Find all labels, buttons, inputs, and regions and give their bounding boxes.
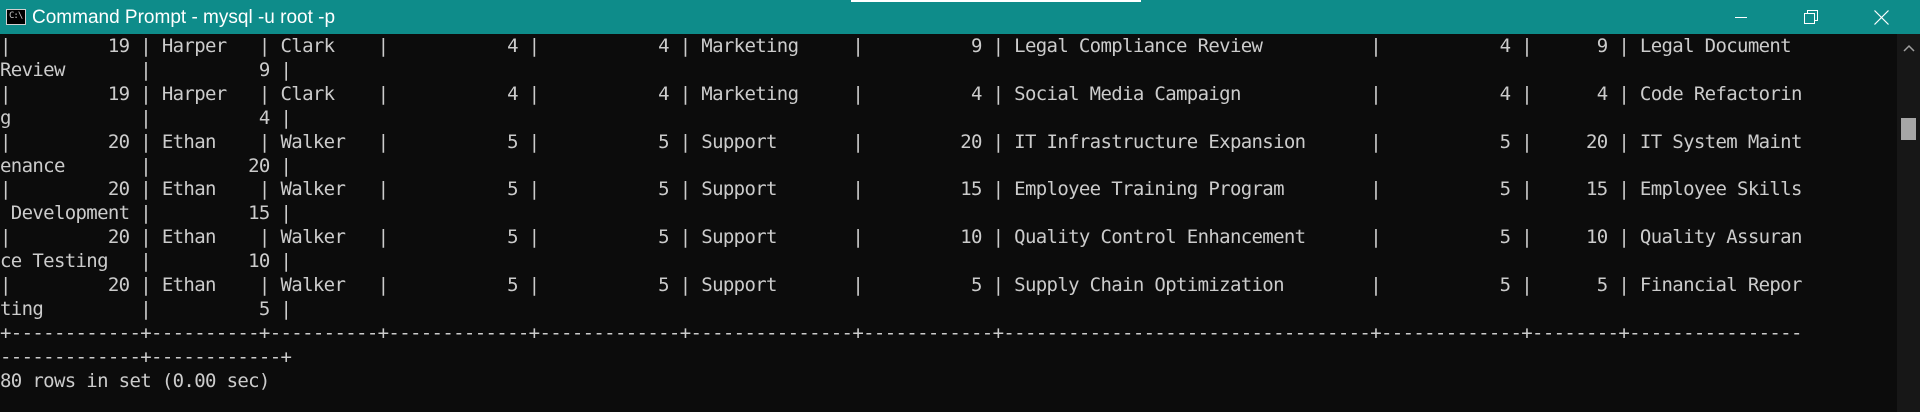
console-line: g | 4 | bbox=[0, 106, 292, 129]
close-icon bbox=[1873, 9, 1889, 25]
app-icon-label: C:\ bbox=[9, 11, 23, 21]
minimize-button[interactable] bbox=[1712, 0, 1770, 34]
maximize-icon bbox=[1804, 10, 1818, 24]
console-output[interactable]: | 19 | Harper | Clark | 4 | 4 | Marketin… bbox=[0, 34, 1897, 412]
chevron-up-icon bbox=[1902, 44, 1915, 52]
close-button[interactable] bbox=[1852, 0, 1910, 34]
console-line: | 20 | Ethan | Walker | 5 | 5 | Support … bbox=[0, 226, 1802, 249]
console-text: | 19 | Harper | Clark | 4 | 4 | Marketin… bbox=[0, 34, 1897, 394]
console-line: ce Testing | 10 | bbox=[0, 250, 292, 273]
console-line: | 19 | Harper | Clark | 4 | 4 | Marketin… bbox=[0, 82, 1802, 105]
console-line: | 20 | Ethan | Walker | 5 | 5 | Support … bbox=[0, 274, 1802, 297]
window-title: Command Prompt - mysql -u root -p bbox=[32, 7, 336, 28]
console-line: Review | 9 | bbox=[0, 58, 292, 81]
scroll-up-button[interactable] bbox=[1897, 38, 1920, 58]
table-border-line: +------------+----------+----------+----… bbox=[0, 321, 1802, 344]
console-line: | 19 | Harper | Clark | 4 | 4 | Marketin… bbox=[0, 35, 1792, 57]
console-line: ting | 5 | bbox=[0, 297, 292, 320]
console-line: enance | 20 | bbox=[0, 154, 292, 177]
command-prompt-icon[interactable]: C:\ bbox=[6, 9, 26, 25]
table-border-line: -------------+------------+ bbox=[0, 345, 292, 368]
scrollbar-thumb[interactable] bbox=[1901, 118, 1916, 140]
title-bar-accent bbox=[851, 0, 1141, 2]
console-line: | 20 | Ethan | Walker | 5 | 5 | Support … bbox=[0, 178, 1802, 201]
result-summary: 80 rows in set (0.00 sec) bbox=[0, 369, 270, 392]
title-bar[interactable]: C:\ Command Prompt - mysql -u root -p bbox=[0, 0, 1920, 34]
vertical-scrollbar[interactable] bbox=[1897, 34, 1920, 412]
console-line: | 20 | Ethan | Walker | 5 | 5 | Support … bbox=[0, 130, 1802, 153]
console-line: Development | 15 | bbox=[0, 202, 292, 225]
command-prompt-window: C:\ Command Prompt - mysql -u root -p | … bbox=[0, 0, 1920, 412]
maximize-button[interactable] bbox=[1782, 0, 1840, 34]
minimize-icon bbox=[1735, 17, 1747, 18]
